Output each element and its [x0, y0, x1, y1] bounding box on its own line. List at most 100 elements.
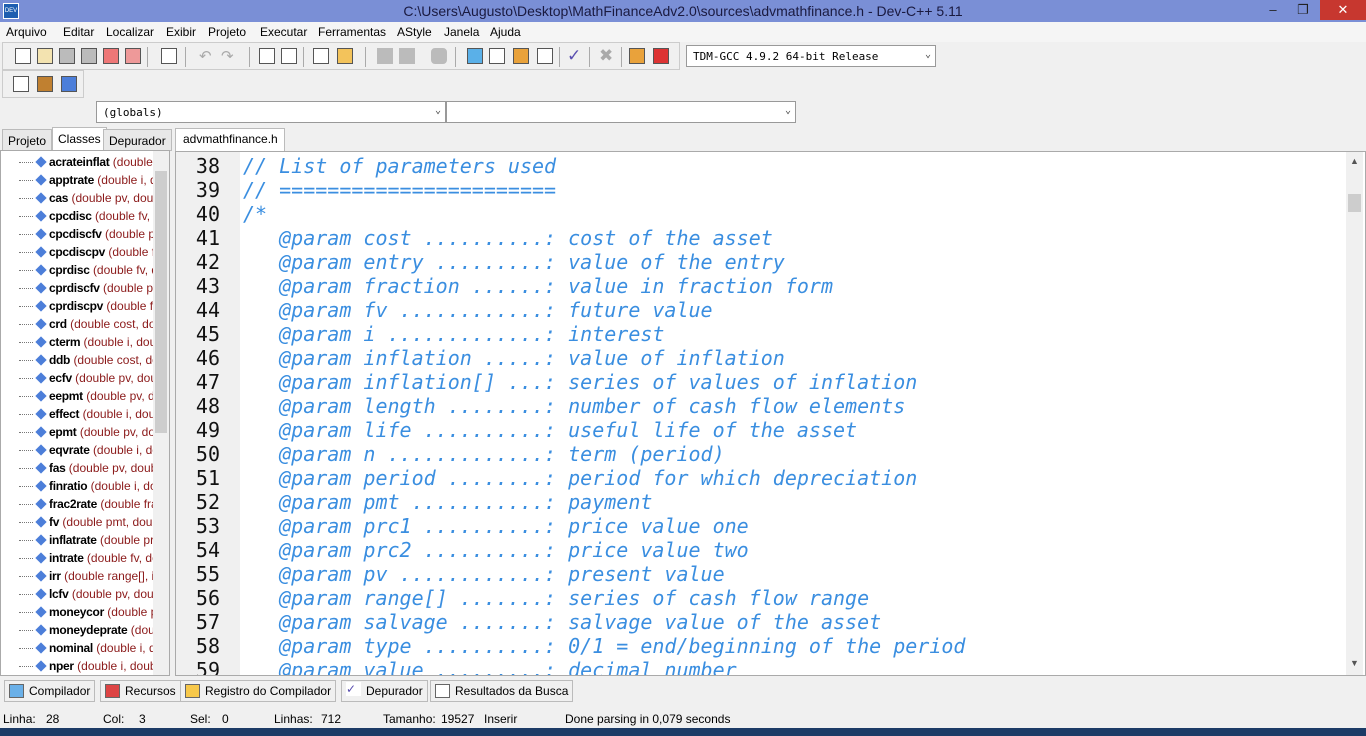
redo-icon[interactable]: ↷	[221, 47, 234, 65]
class-tree-item[interactable]: moneydeprate (dou	[19, 623, 155, 641]
code-line[interactable]: @param fv ............: future value	[243, 298, 713, 322]
tab-projeto[interactable]: Projeto	[2, 129, 53, 151]
code-line[interactable]: // =======================	[243, 178, 556, 202]
profile-icon[interactable]	[629, 48, 645, 64]
class-tree-item[interactable]: lcfv (double pv, doub	[19, 587, 160, 605]
code-line[interactable]: @param pv ............: present value	[243, 562, 725, 586]
class-tree-item[interactable]: epmt (double pv, dou	[19, 425, 162, 443]
syntax-check-icon[interactable]: ✓	[567, 46, 581, 66]
class-tree-item[interactable]: frac2rate (double fra	[19, 497, 158, 515]
code-line[interactable]: @param n .............: term (period)	[243, 442, 725, 466]
class-tree-item[interactable]: cprdiscfv (double pv	[19, 281, 159, 299]
class-tree-item[interactable]: effect (double i, dou	[19, 407, 155, 425]
restore-button[interactable]: ❐	[1288, 0, 1318, 20]
class-tree-item[interactable]: cas (double pv, doubl	[19, 191, 163, 209]
code-line[interactable]: @param range[] .......: series of cash f…	[243, 586, 869, 610]
menu-astyle[interactable]: AStyle	[397, 25, 432, 39]
code-line[interactable]: @param value .........: decimal number	[243, 658, 737, 675]
close-all-icon[interactable]	[125, 48, 141, 64]
code-line[interactable]: @param salvage .......: salvage value of…	[243, 610, 881, 634]
add-to-project-icon[interactable]	[37, 76, 53, 92]
delete-profile-icon[interactable]	[653, 48, 669, 64]
open-file-icon[interactable]	[37, 48, 53, 64]
class-tree-item[interactable]: eepmt (double pv, d	[19, 389, 155, 407]
code-line[interactable]: @param entry .........: value of the ent…	[243, 250, 785, 274]
tab-resultados-busca[interactable]: Resultados da Busca	[430, 680, 574, 702]
class-tree-item[interactable]: cprdisc (double fv, d	[19, 263, 158, 281]
replace-icon[interactable]	[281, 48, 297, 64]
editor-scrollbar[interactable]: ▲ ▼	[1346, 152, 1363, 675]
tree-scrollbar[interactable]	[153, 151, 169, 675]
menu-editar[interactable]: Editar	[63, 25, 94, 39]
menu-exibir[interactable]: Exibir	[166, 25, 196, 39]
class-tree-item[interactable]: intrate (double fv, de	[19, 551, 159, 569]
editor-scrollbar-thumb[interactable]	[1348, 194, 1361, 212]
code-line[interactable]: @param length ........: number of cash f…	[243, 394, 905, 418]
code-line[interactable]: @param i .............: interest	[243, 322, 664, 346]
code-line[interactable]: /*	[243, 202, 267, 226]
class-tree-item[interactable]: fas (double pv, doubl	[19, 461, 160, 479]
menu-executar[interactable]: Executar	[260, 25, 307, 39]
code-line[interactable]: @param period ........: period for which…	[243, 466, 917, 490]
minimize-button[interactable]: –	[1258, 0, 1288, 20]
member-select[interactable]: ⌄	[446, 101, 796, 123]
find-icon[interactable]	[259, 48, 275, 64]
unindent-icon[interactable]	[399, 48, 415, 64]
class-tree-item[interactable]: crd (double cost, dou	[19, 317, 162, 335]
class-tree-item[interactable]: ecfv (double pv, dou	[19, 371, 157, 389]
compile-run-icon[interactable]	[513, 48, 529, 64]
new-project-icon[interactable]	[13, 76, 29, 92]
tab-depurador[interactable]: Depurador	[103, 129, 172, 151]
menu-localizar[interactable]: Localizar	[106, 25, 154, 39]
class-tree-item[interactable]: cterm (double i, doul	[19, 335, 159, 353]
code-line[interactable]: @param life ..........: useful life of t…	[243, 418, 857, 442]
close-button[interactable]: ✕	[1320, 0, 1366, 20]
class-tree-item[interactable]: moneycor (double p	[19, 605, 157, 623]
code-line[interactable]: @param type ..........: 0/1 = end/beginn…	[243, 634, 965, 658]
menu-arquivo[interactable]: Arquivo	[6, 25, 47, 39]
menu-projeto[interactable]: Projeto	[208, 25, 246, 39]
menu-ajuda[interactable]: Ajuda	[490, 25, 521, 39]
tab-recursos[interactable]: Recursos	[100, 680, 181, 702]
close-file-icon[interactable]	[103, 48, 119, 64]
code-line[interactable]: // List of parameters used	[243, 154, 556, 178]
rebuild-icon[interactable]	[537, 48, 553, 64]
run-icon[interactable]	[489, 48, 505, 64]
class-tree-item[interactable]: acrateinflat (double	[19, 155, 153, 173]
stop-icon[interactable]: ✖	[599, 46, 613, 66]
goto-line-icon[interactable]	[313, 48, 329, 64]
tab-depurador-bottom[interactable]: ✓ Depurador	[341, 680, 428, 702]
tab-compilador[interactable]: Compilador	[4, 680, 96, 702]
print-icon[interactable]	[161, 48, 177, 64]
class-tree-item[interactable]: apptrate (double i, d	[19, 173, 157, 191]
compiler-select[interactable]: TDM-GCC 4.9.2 64-bit Release ⌄	[686, 45, 936, 67]
comment-icon[interactable]	[431, 48, 447, 64]
menu-ferramentas[interactable]: Ferramentas	[318, 25, 386, 39]
code-line[interactable]: @param inflation[] ...: series of values…	[243, 370, 917, 394]
class-tree-item[interactable]: cpcdiscpv (double fv	[19, 245, 161, 263]
scroll-up-icon[interactable]: ▲	[1350, 156, 1359, 166]
code-line[interactable]: @param prc1 ..........: price value one	[243, 514, 749, 538]
toggle-bookmark-icon[interactable]	[337, 48, 353, 64]
tab-advmathfinance[interactable]: advmathfinance.h	[175, 128, 285, 152]
class-tree-item[interactable]: cpcdiscfv (double pv	[19, 227, 161, 245]
menu-janela[interactable]: Janela	[444, 25, 479, 39]
save-icon[interactable]	[59, 48, 75, 64]
class-tree-item[interactable]: eqvrate (double i, dc	[19, 443, 158, 461]
undo-icon[interactable]: ↶	[199, 47, 212, 65]
code-line[interactable]: @param fraction ......: value in fractio…	[243, 274, 833, 298]
tree-scrollbar-thumb[interactable]	[155, 171, 167, 433]
save-all-icon[interactable]	[81, 48, 97, 64]
new-file-icon[interactable]	[15, 48, 31, 64]
class-tree-item[interactable]: nper (double i, doubl	[19, 659, 159, 675]
tab-registro-compilador[interactable]: Registro do Compilador	[180, 680, 337, 702]
compile-icon[interactable]	[467, 48, 483, 64]
code-line[interactable]: @param inflation .....: value of inflati…	[243, 346, 785, 370]
class-tree-item[interactable]: cprdiscpv (double fv	[19, 299, 159, 317]
class-tree-item[interactable]: ddb (double cost, dou	[19, 353, 166, 371]
scope-select[interactable]: (globals) ⌄	[96, 101, 446, 123]
class-tree-item[interactable]: finratio (double i, do	[19, 479, 157, 497]
class-tree-item[interactable]: inflatrate (double pr	[19, 533, 154, 551]
code-line[interactable]: @param prc2 ..........: price value two	[243, 538, 749, 562]
class-tree-item[interactable]: fv (double pmt, doubl	[19, 515, 162, 533]
